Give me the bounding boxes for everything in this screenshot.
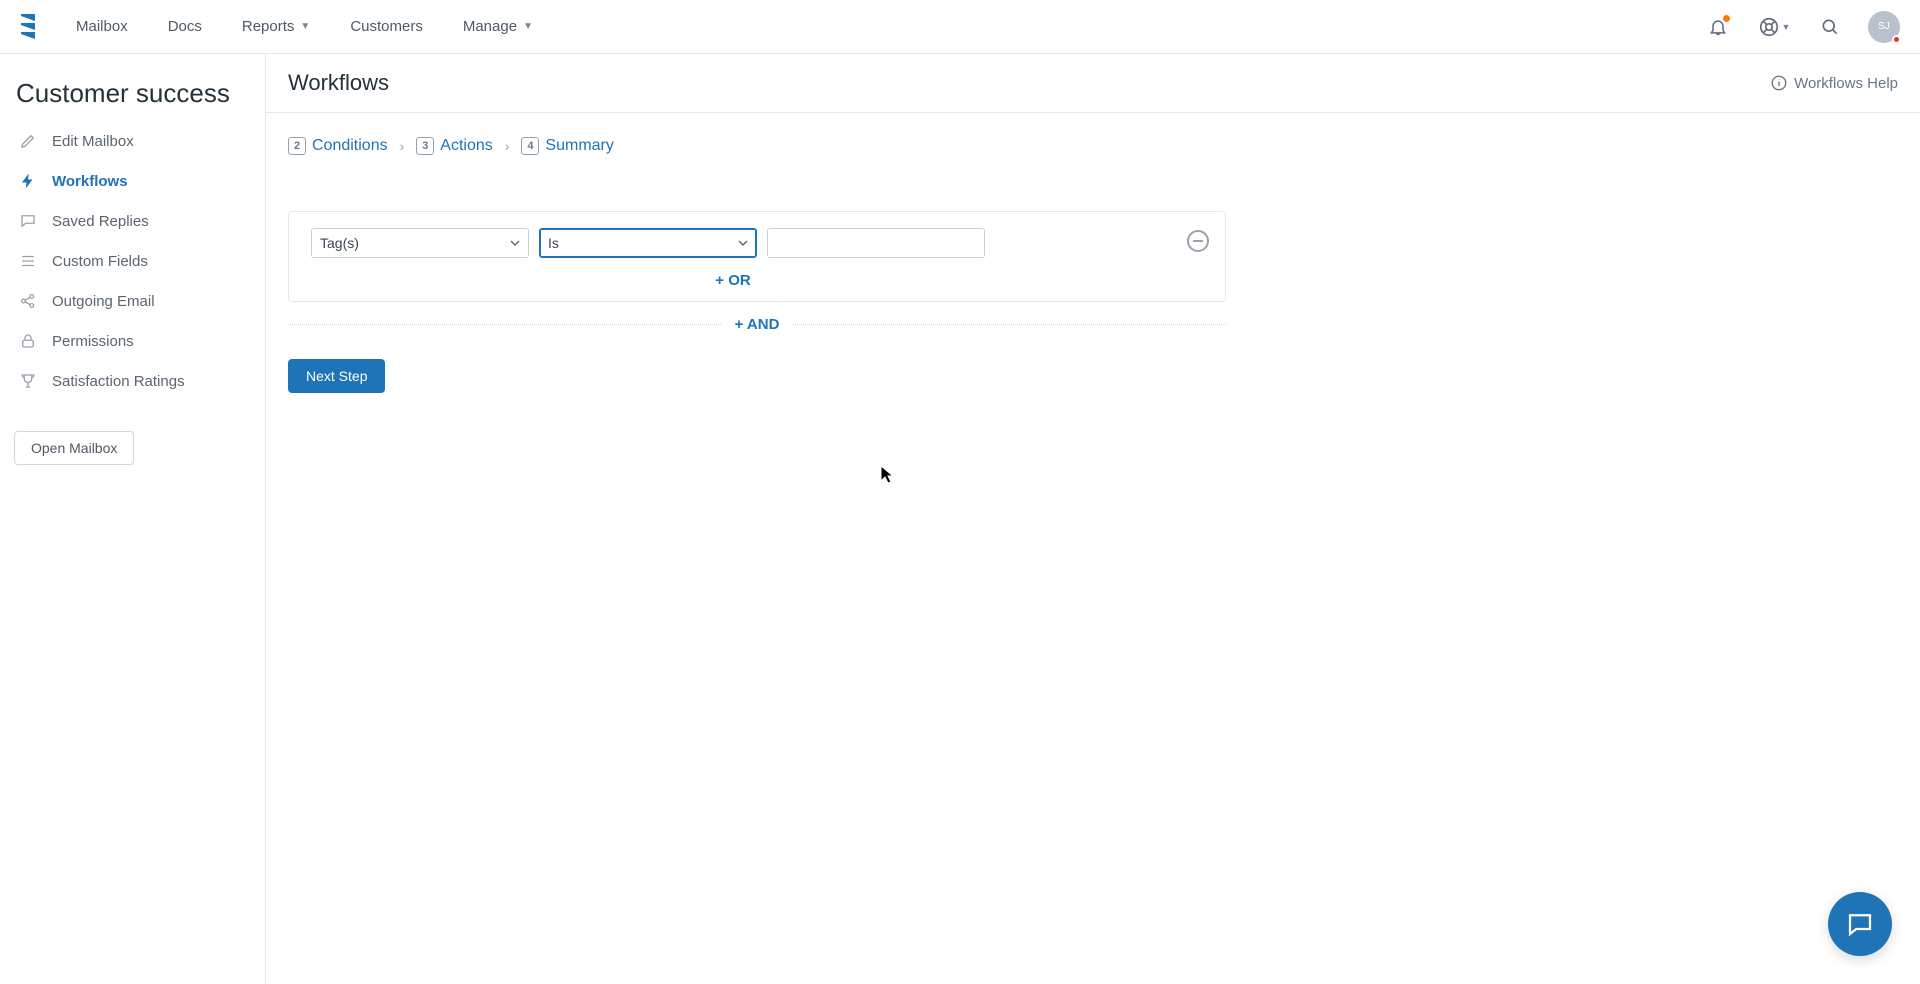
divider [288,324,721,325]
step-number: 3 [416,137,434,155]
trophy-icon [18,371,38,391]
step-conditions[interactable]: 2 Conditions [288,137,388,155]
sidebar-item-satisfaction-ratings[interactable]: Satisfaction Ratings [14,361,251,401]
nav-customers[interactable]: Customers [330,0,443,54]
sidebar-item-label: Custom Fields [52,253,148,270]
condition-operator-select[interactable]: Is [539,228,757,258]
and-separator: + AND [288,316,1226,333]
step-label: Summary [545,137,613,155]
share-icon [18,291,38,311]
sidebar-item-workflows[interactable]: Workflows [14,161,251,201]
step-number: 4 [521,137,539,155]
condition-field-select[interactable]: Tag(s) [311,228,529,258]
pencil-icon [18,131,38,151]
nav-label: Docs [168,18,202,35]
sidebar-title: Customer success [14,78,251,109]
step-actions[interactable]: 3 Actions [416,137,492,155]
chat-bubble-icon [1845,909,1875,939]
page-title: Workflows [288,70,389,96]
sidebar: Customer success Edit Mailbox Workflows … [0,54,266,984]
add-and-button[interactable]: + AND [721,316,794,333]
sidebar-item-edit-mailbox[interactable]: Edit Mailbox [14,121,251,161]
search-button[interactable] [1812,9,1848,45]
chat-fab-button[interactable] [1828,892,1892,956]
open-mailbox-button[interactable]: Open Mailbox [14,431,134,465]
help-label: Workflows Help [1794,75,1898,92]
sidebar-item-label: Saved Replies [52,213,149,230]
chevron-right-icon: › [400,138,405,154]
caret-down-icon: ▼ [1782,22,1791,32]
next-step-button[interactable]: Next Step [288,359,385,393]
step-summary[interactable]: 4 Summary [521,137,613,155]
top-nav: Mailbox Docs Reports▼ Customers Manage▼ … [0,0,1920,54]
workflow-steps: 2 Conditions › 3 Actions › 4 Summary [288,137,1898,155]
nav-label: Customers [350,18,423,35]
page-header: Workflows Workflows Help [266,54,1920,113]
condition-group: Tag(s) Is + OR [288,211,1226,302]
avatar[interactable]: SJ [1868,11,1900,43]
sidebar-item-saved-replies[interactable]: Saved Replies [14,201,251,241]
workflows-help-link[interactable]: Workflows Help [1770,74,1898,92]
nav-label: Reports [242,18,295,35]
support-button[interactable]: ▼ [1756,9,1792,45]
step-label: Conditions [312,137,388,155]
chat-icon [18,211,38,231]
chevron-right-icon: › [505,138,510,154]
nav-label: Manage [463,18,517,35]
info-icon [1770,74,1788,92]
condition-value-input[interactable] [767,228,985,258]
sidebar-item-outgoing-email[interactable]: Outgoing Email [14,281,251,321]
sidebar-item-label: Outgoing Email [52,293,155,310]
step-number: 2 [288,137,306,155]
sidebar-item-permissions[interactable]: Permissions [14,321,251,361]
nav-label: Mailbox [76,18,128,35]
sidebar-item-label: Satisfaction Ratings [52,373,185,390]
add-or-button[interactable]: + OR [311,258,1155,289]
sidebar-item-label: Workflows [52,173,128,190]
remove-condition-button[interactable] [1187,230,1209,252]
caret-down-icon: ▼ [523,21,533,32]
status-dot-icon [1892,35,1901,44]
sidebar-item-label: Permissions [52,333,134,350]
divider [793,324,1226,325]
sidebar-item-custom-fields[interactable]: Custom Fields [14,241,251,281]
caret-down-icon: ▼ [300,21,310,32]
notifications-button[interactable] [1700,9,1736,45]
brand-icon[interactable] [8,7,48,47]
step-label: Actions [440,137,492,155]
sidebar-item-label: Edit Mailbox [52,133,134,150]
nav-mailbox[interactable]: Mailbox [56,0,148,54]
list-icon [18,251,38,271]
cursor-icon [880,465,896,485]
nav-reports[interactable]: Reports ▼ [222,0,330,54]
avatar-initials: SJ [1878,21,1890,32]
notification-badge-icon [1722,14,1731,23]
lock-icon [18,331,38,351]
nav-manage[interactable]: Manage ▼ [443,0,553,54]
bolt-icon [18,171,38,191]
nav-docs[interactable]: Docs [148,0,222,54]
